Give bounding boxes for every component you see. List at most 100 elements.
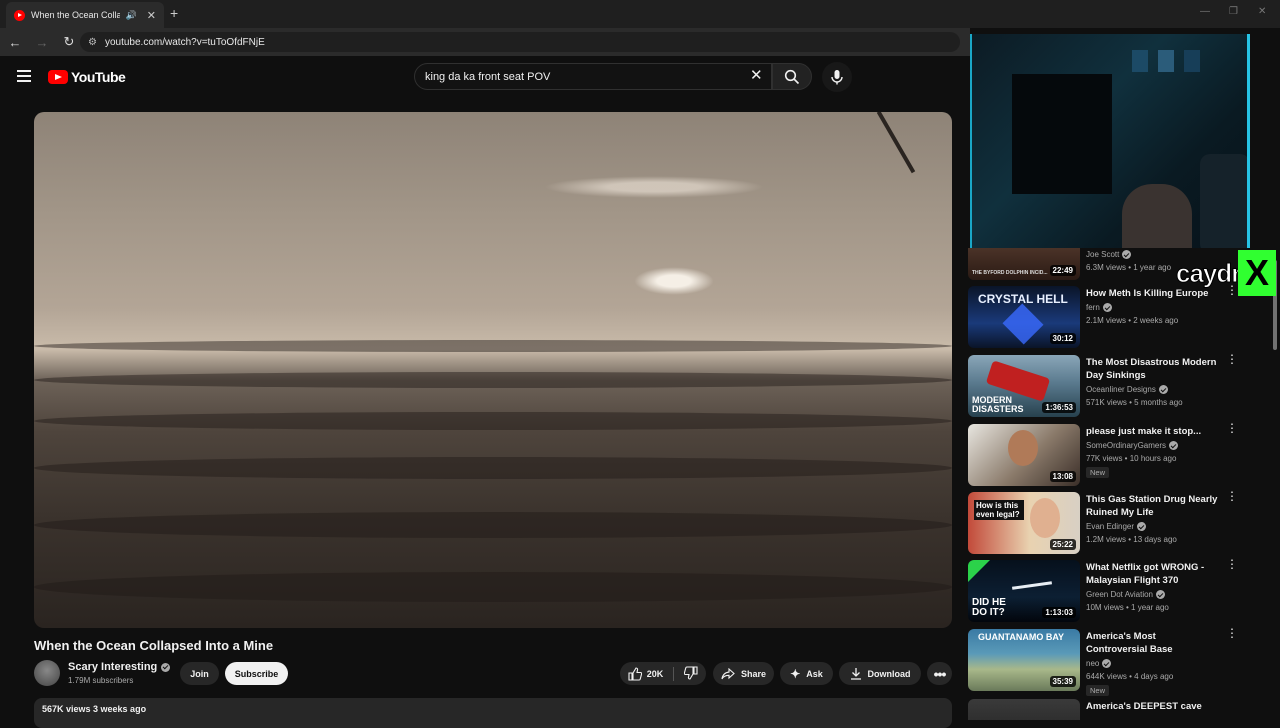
address-bar[interactable]: ⚙ youtube.com/watch?v=tuToOfdFNjE: [80, 32, 960, 52]
description-box[interactable]: 567K views 3 weeks ago: [34, 698, 952, 728]
video-thumbnail[interactable]: [968, 699, 1080, 720]
more-actions-button[interactable]: •••: [927, 662, 952, 685]
audio-playing-icon[interactable]: 🔊: [126, 10, 137, 21]
streamer: [1122, 184, 1192, 248]
new-tab-icon[interactable]: +: [170, 5, 178, 21]
recommendation-item[interactable]: 13:08 please just make it stop... SomeOr…: [968, 422, 1268, 488]
rec-channel[interactable]: neo: [1086, 659, 1112, 668]
more-vert-icon[interactable]: ⋮: [1226, 422, 1238, 434]
recommendation-item[interactable]: GUANTANAMO BAY 35:39 America's Most Cont…: [968, 627, 1268, 696]
video-thumbnail[interactable]: CRYSTAL HELL 30:12: [968, 286, 1080, 348]
new-badge: New: [1086, 685, 1110, 696]
duration-badge: 30:12: [1049, 333, 1076, 344]
video-thumbnail[interactable]: GUANTANAMO BAY 35:39: [968, 629, 1080, 691]
close-window-icon[interactable]: ✕: [1258, 6, 1266, 17]
verified-icon: [1102, 659, 1112, 668]
like-count: 20K: [646, 668, 664, 679]
rec-title[interactable]: This Gas Station Drug Nearly Ruined My L…: [1086, 493, 1218, 519]
ask-button[interactable]: ✦ Ask: [780, 662, 833, 685]
verified-icon: [1158, 385, 1168, 394]
subscribe-button[interactable]: Subscribe: [225, 662, 288, 685]
verified-icon: [1122, 250, 1132, 259]
views-date: 567K views 3 weeks ago: [42, 704, 147, 714]
dislike-button[interactable]: [684, 665, 698, 682]
video-thumbnail[interactable]: 13:08: [968, 424, 1080, 486]
video-frame-cloud: [544, 176, 764, 198]
site-info-icon[interactable]: ⚙: [88, 37, 97, 48]
recommendation-item[interactable]: How is this even legal? 25:22 This Gas S…: [968, 490, 1268, 556]
rec-title[interactable]: What Netflix got WRONG - Malaysian Fligh…: [1086, 561, 1218, 587]
browser-toolbar: ← → ↻ ⚙ youtube.com/watch?v=tuToOfdFNjE: [0, 28, 970, 56]
rec-channel[interactable]: Oceanliner Designs: [1086, 385, 1168, 394]
search-input[interactable]: king da ka front seat POV: [414, 63, 772, 90]
more-vert-icon[interactable]: ⋮: [1226, 558, 1238, 570]
recommendation-item[interactable]: MODERN DISASTERS 1:36:53 The Most Disast…: [968, 353, 1268, 419]
thumbs-up-icon: [628, 666, 642, 681]
video-thumbnail[interactable]: THE BYFORD DOLPHIN INCID... 22:49: [968, 248, 1080, 280]
youtube-header: YouTube king da ka front seat POV ✕: [0, 56, 970, 100]
video-title: When the Ocean Collapsed Into a Mine: [34, 638, 274, 653]
rec-meta: 571K views • 5 months ago: [1086, 398, 1183, 407]
rec-channel[interactable]: Green Dot Aviation: [1086, 590, 1166, 599]
tab-title: When the Ocean Collapsed Into a Mine: [31, 10, 120, 20]
more-horizontal-icon: •••: [933, 665, 947, 682]
microphone-icon: [831, 70, 843, 85]
video-player[interactable]: [34, 112, 952, 628]
like-button[interactable]: 20K: [628, 666, 664, 681]
forward-icon[interactable]: →: [30, 35, 54, 50]
rec-channel[interactable]: Evan Edinger: [1086, 522, 1147, 531]
download-button[interactable]: Download: [839, 662, 921, 685]
rec-title[interactable]: The Most Disastrous Modern Day Sinkings: [1086, 356, 1218, 382]
url-text: youtube.com/watch?v=tuToOfdFNjE: [104, 36, 265, 48]
browser-tabbar: When the Ocean Collapsed Into a Mine 🔊 ✕…: [0, 0, 1280, 28]
video-thumbnail[interactable]: How is this even legal? 25:22: [968, 492, 1080, 554]
join-button[interactable]: Join: [180, 662, 219, 685]
thumbs-down-icon: [684, 665, 698, 680]
youtube-play-icon: [48, 70, 68, 84]
recommendation-item[interactable]: America's DEEPEST cave: [968, 699, 1268, 720]
rec-channel[interactable]: Joe Scott: [1086, 250, 1132, 259]
menu-icon[interactable]: [17, 70, 31, 82]
maximize-icon[interactable]: ❐: [1229, 6, 1238, 17]
share-icon: [721, 667, 735, 679]
rec-title[interactable]: America's Most Controversial Base: [1086, 630, 1218, 656]
more-vert-icon[interactable]: ⋮: [1226, 627, 1238, 639]
rec-channel[interactable]: fern: [1086, 303, 1112, 312]
reload-icon[interactable]: ↻: [57, 34, 81, 50]
verified-icon: [1137, 522, 1147, 531]
rec-title[interactable]: America's DEEPEST cave: [1086, 700, 1218, 713]
rec-meta: 10M views • 1 year ago: [1086, 603, 1169, 612]
channel-name-link[interactable]: Scary Interesting: [68, 661, 171, 673]
video-thumbnail[interactable]: DID HE DO IT? 1:13:03: [968, 560, 1080, 622]
rec-meta: 1.2M views • 13 days ago: [1086, 535, 1177, 544]
like-dislike-group: 20K: [620, 662, 706, 685]
back-icon[interactable]: ←: [3, 35, 27, 50]
more-vert-icon[interactable]: ⋮: [1226, 490, 1238, 502]
minimize-icon[interactable]: —: [1200, 6, 1210, 17]
duration-badge: 1:36:53: [1042, 402, 1076, 413]
video-frame-sun: [634, 267, 714, 295]
rec-meta: 2.1M views • 2 weeks ago: [1086, 316, 1179, 325]
channel-avatar[interactable]: [34, 660, 60, 686]
clear-search-icon[interactable]: ✕: [750, 66, 763, 84]
download-icon: [850, 668, 861, 680]
search-button[interactable]: [772, 63, 812, 90]
voice-search-button[interactable]: [822, 62, 852, 92]
rec-channel[interactable]: SomeOrdinaryGamers: [1086, 441, 1179, 450]
sparkle-icon: ✦: [790, 666, 801, 681]
verified-icon: [1156, 590, 1166, 599]
browser-tab[interactable]: When the Ocean Collapsed Into a Mine 🔊 ✕: [6, 2, 164, 28]
tab-close-icon[interactable]: ✕: [147, 9, 156, 22]
verified-icon: [1169, 441, 1179, 450]
share-button[interactable]: Share: [713, 662, 774, 685]
search-query: king da ka front seat POV: [425, 70, 551, 83]
rec-title[interactable]: please just make it stop...: [1086, 425, 1218, 438]
youtube-favicon-icon: [14, 9, 25, 21]
video-frame-object: [876, 112, 916, 174]
search-icon: [784, 69, 800, 84]
recommendation-item[interactable]: DID HE DO IT? 1:13:03 What Netflix got W…: [968, 558, 1268, 624]
video-thumbnail[interactable]: MODERN DISASTERS 1:36:53: [968, 355, 1080, 417]
duration-badge: 35:39: [1049, 676, 1076, 687]
youtube-logo[interactable]: YouTube: [48, 69, 126, 85]
more-vert-icon[interactable]: ⋮: [1226, 353, 1238, 365]
